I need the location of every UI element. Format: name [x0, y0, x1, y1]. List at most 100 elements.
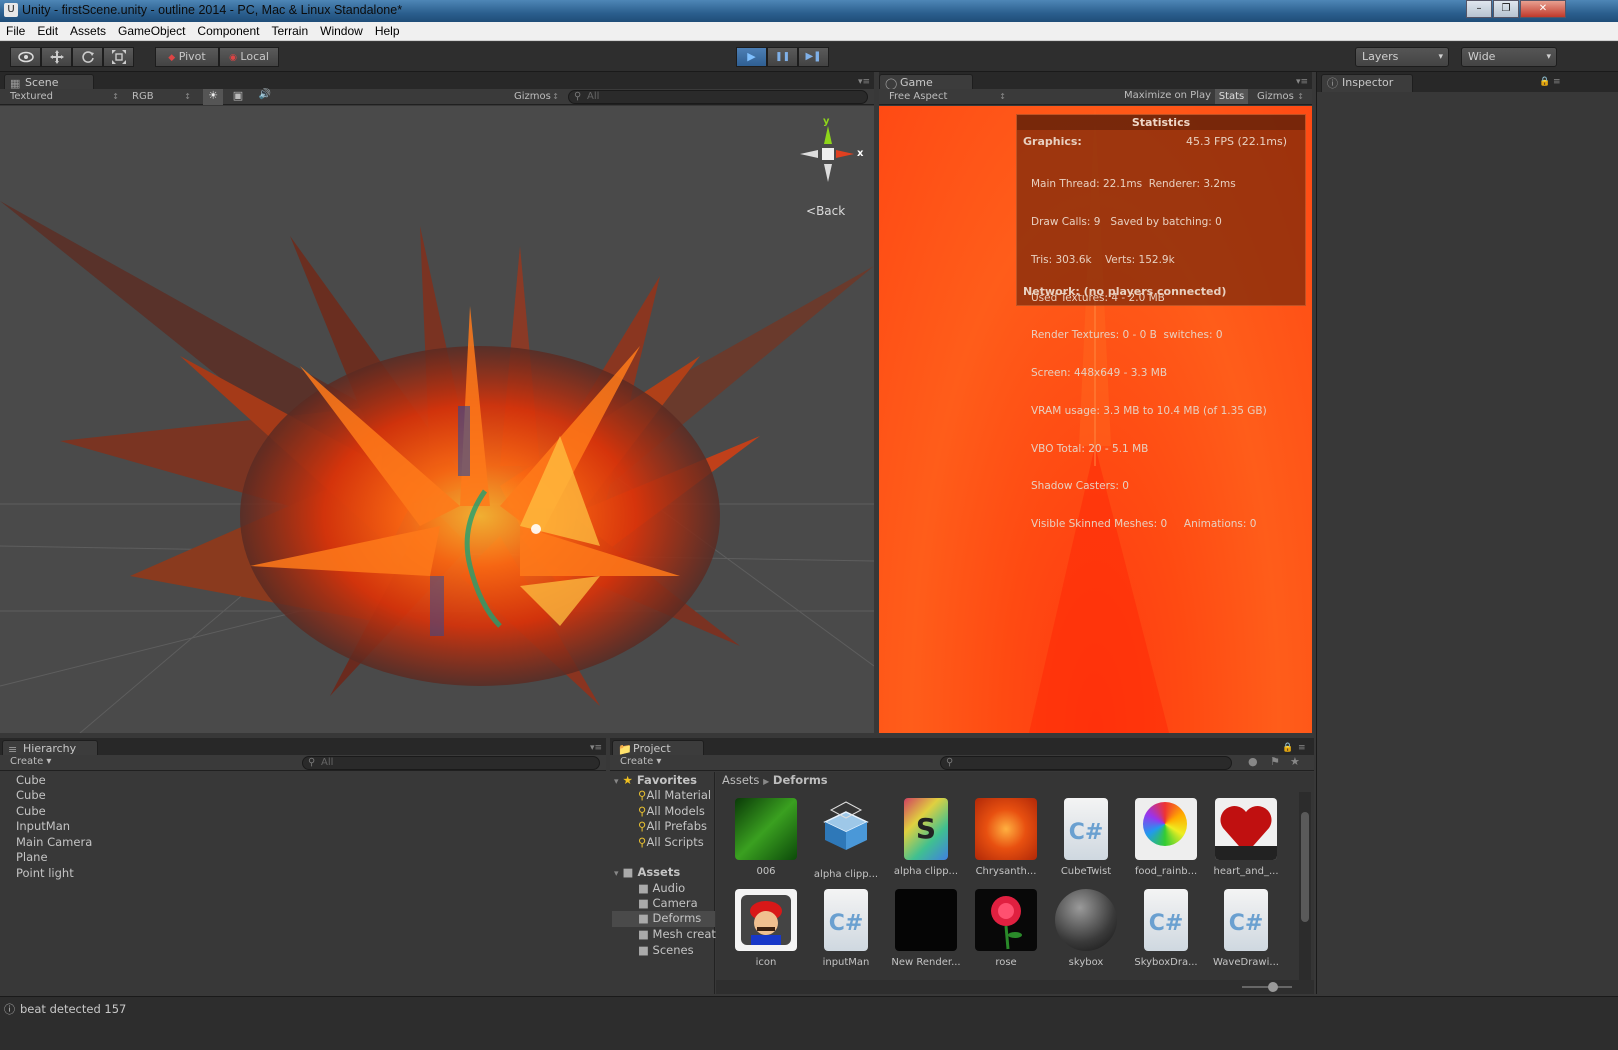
favorite-item[interactable]: ⚲All Scripts: [638, 835, 704, 849]
project-create-dropdown[interactable]: Create ▾: [620, 756, 661, 767]
scene-gizmos-dropdown[interactable]: Gizmos: [510, 90, 562, 104]
asset-item[interactable]: C# WaveDrawi...: [1210, 889, 1282, 968]
favorite-item[interactable]: ⚲All Models: [638, 804, 705, 818]
scene-viewport[interactable]: y x <Back: [0, 106, 874, 733]
asset-item[interactable]: heart_and_...: [1210, 798, 1282, 877]
scene-lighting-icon[interactable]: ☀: [203, 89, 223, 105]
filter-type-icon[interactable]: ●: [1248, 755, 1258, 768]
hierarchy-search-input[interactable]: ⚲ All: [302, 756, 600, 770]
orientation-gizmo[interactable]: y x <Back: [798, 116, 868, 226]
minimize-button[interactable]: –: [1466, 0, 1492, 18]
list-item[interactable]: Plane: [16, 850, 48, 864]
folder-item[interactable]: ■ Scenes: [638, 943, 694, 957]
menu-help[interactable]: Help: [369, 22, 406, 38]
asset-label: rose: [995, 957, 1017, 968]
filter-label-icon[interactable]: ⚑: [1270, 755, 1280, 768]
point-light-icon[interactable]: [531, 524, 541, 534]
asset-item[interactable]: C# SkyboxDra...: [1130, 889, 1202, 968]
leaf-texture-thumbnail: [735, 798, 797, 860]
eye-icon: [17, 51, 34, 63]
asset-item[interactable]: S alpha clipp...: [890, 798, 962, 877]
list-item[interactable]: InputMan: [16, 819, 70, 833]
stats-toggle[interactable]: Stats: [1215, 89, 1248, 104]
asset-item[interactable]: New Render...: [890, 889, 962, 968]
hierarchy-create-dropdown[interactable]: Create ▾: [10, 756, 51, 767]
inspector-menu-icon[interactable]: ≡: [1553, 77, 1561, 87]
maximize-button[interactable]: ❐: [1493, 0, 1519, 18]
hierarchy-menu-icon[interactable]: ▾≡: [590, 743, 602, 753]
scrollbar-thumb[interactable]: [1301, 812, 1309, 922]
breadcrumb-item[interactable]: Assets: [722, 773, 759, 787]
render-mode-dropdown[interactable]: Textured: [6, 90, 122, 104]
game-viewport[interactable]: Statistics Graphics: 45.3 FPS (22.1ms) M…: [879, 106, 1312, 733]
menu-component[interactable]: Component: [191, 22, 265, 38]
favorite-item[interactable]: ⚲All Prefabs: [638, 819, 707, 833]
asset-item[interactable]: rose: [970, 889, 1042, 968]
local-toggle[interactable]: ◉ Local: [219, 47, 279, 67]
list-item[interactable]: Cube: [16, 773, 46, 787]
rotate-tool-button[interactable]: [72, 47, 103, 67]
play-button[interactable]: ▶: [736, 47, 767, 67]
folder-item[interactable]: ■ Camera: [638, 896, 698, 910]
network-label: Network: (no players connected): [1023, 285, 1227, 298]
asset-item[interactable]: Chrysanth...: [970, 798, 1042, 877]
scale-tool-button[interactable]: [103, 47, 134, 67]
menu-file[interactable]: File: [0, 22, 31, 38]
asset-item[interactable]: C# inputMan: [810, 889, 882, 968]
view-tool-button[interactable]: [10, 47, 41, 67]
project-menu-icon[interactable]: ≡: [1298, 743, 1306, 753]
maximize-on-play-toggle[interactable]: Maximize on Play: [1124, 90, 1211, 101]
zoom-slider-handle[interactable]: [1268, 982, 1278, 992]
scene-search-placeholder: All: [587, 91, 600, 102]
list-item[interactable]: Main Camera: [16, 835, 92, 849]
asset-item[interactable]: skybox: [1050, 889, 1122, 968]
assets-header[interactable]: ▾ ■ Assets: [614, 865, 680, 879]
move-tool-button[interactable]: [41, 47, 72, 67]
game-gizmos-dropdown[interactable]: Gizmos: [1253, 90, 1307, 104]
close-button[interactable]: ✕: [1520, 0, 1566, 18]
color-mode-dropdown[interactable]: RGB: [128, 90, 194, 104]
status-message[interactable]: beat detected 157: [20, 1002, 126, 1016]
graphics-label: Graphics:: [1023, 135, 1082, 148]
scene-image-icon[interactable]: ▣: [229, 89, 247, 105]
layout-dropdown[interactable]: Wide: [1461, 47, 1557, 67]
asset-item[interactable]: icon: [730, 889, 802, 968]
step-button[interactable]: ▶❚: [798, 47, 829, 67]
project-search-input[interactable]: ⚲: [940, 756, 1232, 770]
asset-item[interactable]: food_rainb...: [1130, 798, 1202, 877]
list-item[interactable]: Point light: [16, 866, 74, 880]
menu-gameobject[interactable]: GameObject: [112, 22, 191, 38]
aspect-dropdown[interactable]: Free Aspect: [885, 90, 1009, 104]
inspector-lock-icon[interactable]: 🔒: [1539, 77, 1550, 87]
pivot-toggle[interactable]: ◆ Pivot: [155, 47, 219, 67]
tab-inspector[interactable]: ⓘ Inspector: [1321, 74, 1413, 92]
folder-icon: ■: [638, 881, 649, 895]
list-item[interactable]: Cube: [16, 804, 46, 818]
favorite-star-icon[interactable]: ★: [1290, 755, 1300, 768]
console-info-icon[interactable]: ⓘ: [4, 1001, 15, 1017]
scene-audio-icon[interactable]: 🔊: [256, 89, 274, 105]
favorites-header[interactable]: ▾ ★ Favorites: [614, 773, 697, 787]
folder-item[interactable]: ■ Mesh creat: [638, 927, 716, 941]
panel-menu-icon[interactable]: ▾≡: [858, 77, 870, 87]
zoom-slider-track[interactable]: [1242, 986, 1292, 988]
pause-button[interactable]: ❚❚: [767, 47, 798, 67]
layers-dropdown[interactable]: Layers: [1355, 47, 1449, 67]
stat-line: VRAM usage: 3.3 MB to 10.4 MB (of 1.35 G…: [1031, 404, 1267, 417]
menu-assets[interactable]: Assets: [64, 22, 112, 38]
folder-item[interactable]: ■ Audio: [638, 881, 685, 895]
scene-search-input[interactable]: ⚲ All: [568, 90, 868, 104]
asset-item[interactable]: 006: [730, 798, 802, 877]
project-scrollbar[interactable]: [1299, 792, 1311, 980]
menu-window[interactable]: Window: [314, 22, 369, 38]
asset-item[interactable]: alpha clipp...: [810, 798, 882, 880]
menu-edit[interactable]: Edit: [31, 22, 64, 38]
asset-item[interactable]: C# CubeTwist: [1050, 798, 1122, 877]
project-lock-icon[interactable]: 🔒: [1282, 743, 1293, 753]
favorite-item[interactable]: ⚲All Material: [638, 788, 711, 802]
folder-item-selected[interactable]: ■ Deforms: [612, 911, 715, 927]
list-item[interactable]: Cube: [16, 788, 46, 802]
game-panel-menu-icon[interactable]: ▾≡: [1296, 77, 1308, 87]
local-label: Local: [240, 50, 269, 63]
menu-terrain[interactable]: Terrain: [265, 22, 314, 38]
